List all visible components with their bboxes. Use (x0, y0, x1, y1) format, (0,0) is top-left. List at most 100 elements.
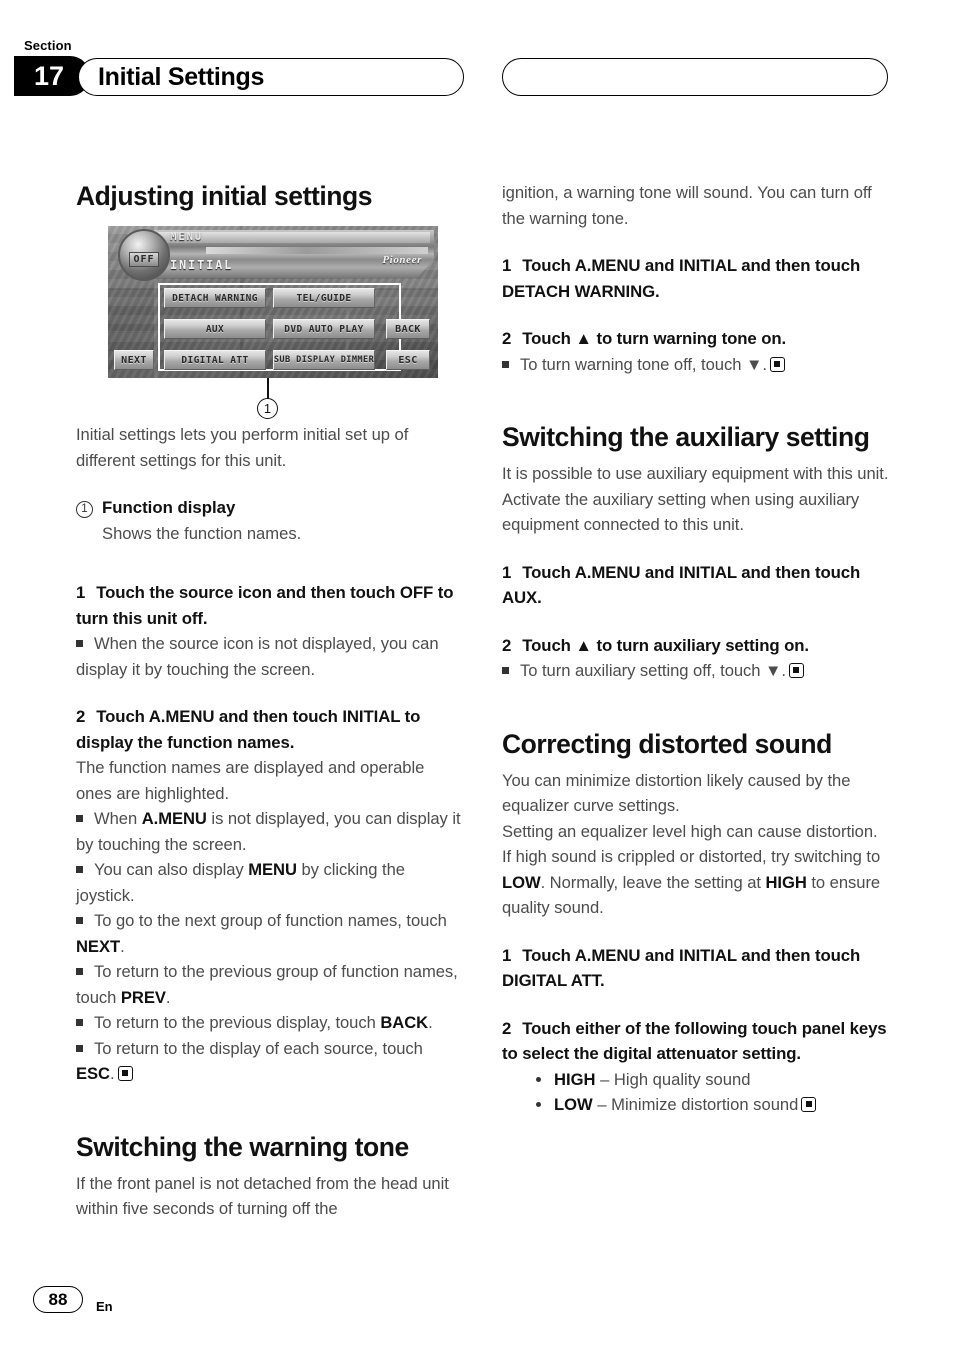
dist-option-high: HIGH – High quality sound (536, 1067, 889, 1093)
heading-adjusting-initial-settings: Adjusting initial settings (76, 181, 373, 211)
callout-description: Shows the function names. (102, 523, 302, 543)
distortion-body-1: You can minimize distortion likely cause… (502, 770, 851, 816)
bullet-1-pre: When (94, 809, 142, 828)
bullet-2-pre: You can also display (94, 860, 249, 879)
device-topbar-highlight-2 (206, 247, 428, 254)
step-2-bullet-2: You can also display MENU by clicking th… (76, 857, 463, 908)
heading-correcting-distorted-sound: Correcting distorted sound (502, 728, 832, 759)
bullet-square-icon (76, 866, 83, 873)
device-key-detach-warning[interactable]: DETACH WARNING (164, 288, 266, 308)
pioneer-logo: Pioneer (382, 254, 422, 266)
bullet-4-bold: PREV (120, 987, 166, 1007)
left-column: Adjusting initial settings MENU INITIAL … (76, 180, 463, 1222)
bullet-square-icon (76, 917, 83, 924)
device-key-sub-display-dimmer[interactable]: SUB DISPLAY DIMMER (273, 350, 375, 370)
callout-number-icon: 1 (76, 501, 93, 518)
device-key-next[interactable]: NEXT (114, 350, 154, 370)
callout-leader-line (267, 378, 269, 400)
language-code: En (96, 1299, 113, 1314)
bullet-3-bold: NEXT (76, 936, 121, 956)
bullet-6-post: . (109, 1064, 115, 1083)
step-2-bullet-3: To go to the next group of function name… (76, 908, 463, 959)
device-key-aux[interactable]: AUX (164, 319, 266, 339)
device-key-dvd-auto-play[interactable]: DVD AUTO PLAY (273, 319, 375, 339)
aux-step-2-bullet-text: To turn auxiliary setting off, touch ▼. (520, 661, 786, 680)
bullet-square-icon (502, 360, 509, 368)
aux-step-1: 1 Touch A.MENU and INITIAL and then touch… (502, 560, 889, 611)
step-1-left: 1 Touch the source icon and then touch OF… (76, 580, 463, 631)
callout-title-row: 1 Function display (76, 495, 463, 521)
distortion-low-keyword: LOW (502, 872, 541, 892)
bullet-3-post: . (120, 936, 125, 956)
step-1-left-number: 1 (76, 583, 86, 602)
distortion-body-2: Setting an equalizer level high can caus… (502, 819, 889, 921)
dist-step-2: 2 Touch either of the following touch pan… (502, 1016, 889, 1067)
aux-step-1-text: Touch A.MENU and INITIAL and then touch … (502, 562, 861, 608)
end-of-section-icon (788, 663, 804, 678)
callout-marker-1: 1 (257, 398, 278, 419)
aux-step-2-bullet: To turn auxiliary setting off, touch ▼. (502, 658, 889, 684)
step-2-left-number: 2 (76, 707, 86, 726)
bullet-dot-icon (536, 1076, 541, 1082)
callout-title: Function display (102, 498, 236, 517)
warn-step-2-text: Touch ▲ to turn warning tone on. (522, 329, 787, 348)
device-key-tel-guide[interactable]: TEL/GUIDE (273, 288, 375, 308)
dist-step-1: 1 Touch A.MENU and INITIAL and then touch… (502, 943, 889, 994)
bullet-5-pre: To return to the previous display, touch (94, 1013, 381, 1032)
step-2-bullet-6: To return to the display of each source,… (76, 1036, 463, 1087)
bullet-5-bold: BACK (380, 1013, 429, 1032)
warning-tone-body: If the front panel is not detached from … (76, 1173, 449, 1219)
device-key-back[interactable]: BACK (386, 319, 430, 339)
bullet-dot-icon (536, 1102, 541, 1107)
warning-tone-continued: ignition, a warning tone will sound. You… (502, 183, 872, 228)
bullet-square-icon (502, 667, 509, 674)
device-off-knob-icon[interactable]: OFF (118, 229, 170, 281)
step-2-left: 2 Touch A.MENU and then touch INITIAL to … (76, 704, 463, 755)
page-number: 88 (33, 1286, 83, 1313)
warn-step-2: 2 Touch ▲ to turn warning tone on. (502, 326, 889, 352)
step-1-left-text: Touch the source icon and then touch OFF… (76, 583, 454, 628)
dist-step-2-number: 2 (502, 1018, 512, 1038)
aux-step-2-text: Touch ▲ to turn auxiliary setting on. (522, 635, 809, 655)
bullet-square-icon (76, 968, 83, 975)
device-off-label: OFF (129, 252, 159, 267)
header-pill-right (502, 58, 888, 96)
device-screen: MENU INITIAL Pioneer OFF DETACH WARNING … (108, 226, 438, 378)
dist-step-2-text: Touch either of the following touch pane… (502, 1018, 887, 1064)
warn-step-2-number: 2 (502, 329, 512, 348)
device-key-esc[interactable]: ESC (386, 350, 430, 370)
step-2-left-text: Touch A.MENU and then touch INITIAL to d… (76, 707, 421, 752)
dist-step-1-number: 1 (502, 945, 512, 965)
distortion-high-keyword: HIGH (765, 872, 807, 892)
end-of-section-icon (117, 1066, 133, 1081)
dist-option-low: LOW – Minimize distortion sound (536, 1092, 889, 1118)
heading-switching-auxiliary-setting: Switching the auxiliary setting (502, 422, 870, 452)
bullet-5-post: . (428, 1013, 433, 1032)
bullet-1-bold: A.MENU (141, 809, 207, 828)
end-of-section-icon (769, 356, 785, 372)
bullet-2-bold: MENU (248, 860, 297, 879)
distortion-body-2-mid: . Normally, leave the setting at (540, 872, 766, 892)
distortion-body-2-pre: Setting an equalizer level high can caus… (502, 821, 881, 867)
dist-step-1-text: Touch A.MENU and INITIAL and then touch … (502, 945, 861, 991)
device-key-digital-att[interactable]: DIGITAL ATT (164, 350, 266, 370)
step-2-left-body: The function names are displayed and ope… (76, 758, 425, 803)
bullet-4-post: . (165, 987, 171, 1007)
warn-step-2-bullet-text: To turn warning tone off, touch ▼. (520, 354, 767, 374)
device-label-initial: INITIAL (170, 258, 234, 272)
aux-step-2: 2 Touch ▲ to turn auxiliary setting on. (502, 633, 889, 659)
dist-option-high-desc: – High quality sound (595, 1069, 751, 1089)
aux-step-2-number: 2 (502, 635, 512, 655)
warn-step-1-number: 1 (502, 256, 512, 275)
bullet-square-icon (76, 640, 83, 647)
step-2-bullet-1: When A.MENU is not displayed, you can di… (76, 806, 463, 857)
manual-page: Section 17 Initial Settings Adjusting in… (0, 0, 954, 1352)
bullet-3-pre: To go to the next group of function name… (94, 911, 447, 930)
bullet-6-bold: ESC (76, 1064, 110, 1083)
dist-option-low-desc: – Minimize distortion sound (592, 1095, 799, 1114)
device-label-menu: MENU (170, 230, 203, 243)
end-of-section-icon (801, 1097, 817, 1112)
dist-option-high-key: HIGH (554, 1069, 596, 1089)
warn-step-1-text: Touch A.MENU and INITIAL and then touch … (502, 256, 861, 301)
step-2-bullet-5: To return to the previous display, touch… (76, 1010, 463, 1036)
